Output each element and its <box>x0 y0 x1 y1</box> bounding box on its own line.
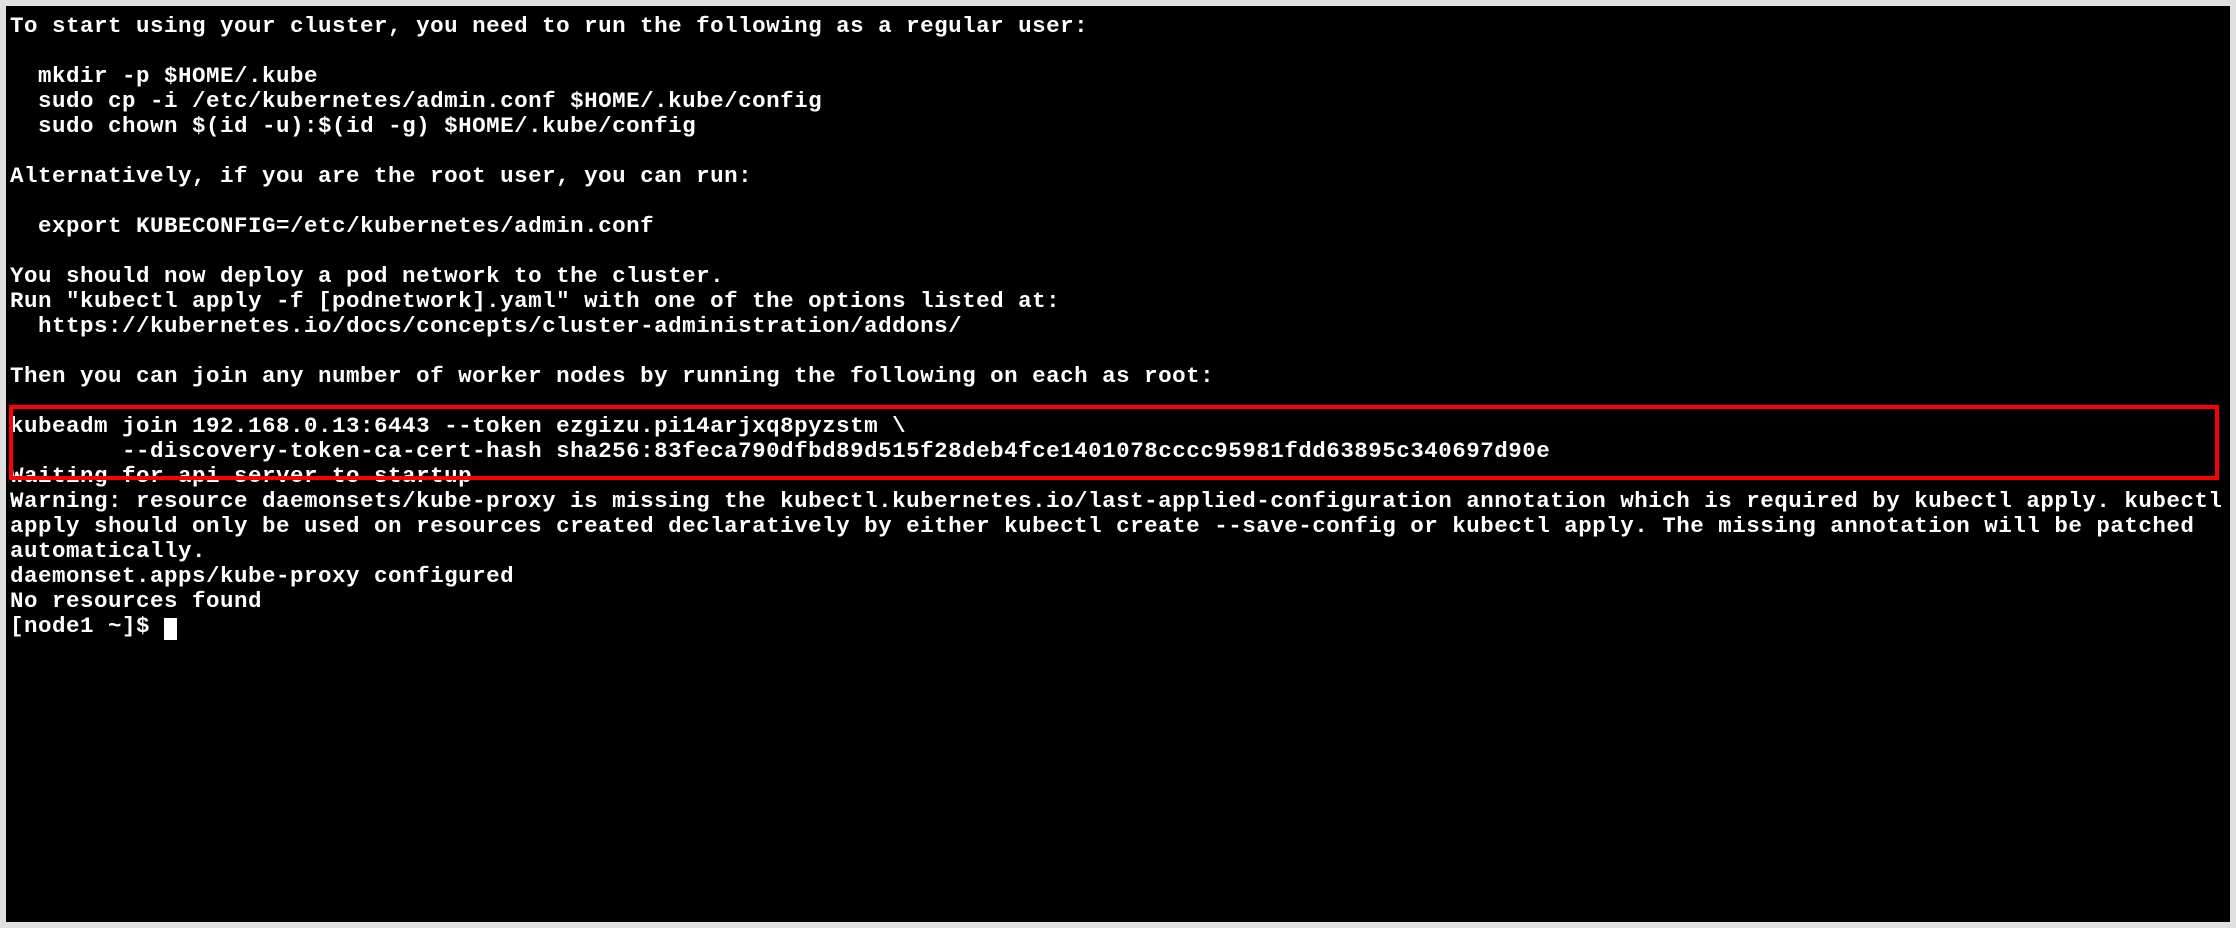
shell-prompt[interactable]: [node1 ~]$ <box>10 613 164 639</box>
output-line: mkdir -p $HOME/.kube <box>10 63 318 89</box>
cursor-icon <box>164 618 177 640</box>
output-line: You should now deploy a pod network to t… <box>10 263 724 289</box>
output-line: Then you can join any number of worker n… <box>10 363 1214 389</box>
output-line: No resources found <box>10 588 262 614</box>
kubeadm-join-line2: --discovery-token-ca-cert-hash sha256:83… <box>10 438 1564 464</box>
output-line: sudo cp -i /etc/kubernetes/admin.conf $H… <box>10 88 822 114</box>
output-line: daemonset.apps/kube-proxy configured <box>10 563 514 589</box>
output-line: Run "kubectl apply -f [podnetwork].yaml"… <box>10 288 1060 314</box>
output-line: Waiting for api server to startup <box>10 463 472 489</box>
output-line: https://kubernetes.io/docs/concepts/clus… <box>10 313 962 339</box>
output-line: export KUBECONFIG=/etc/kubernetes/admin.… <box>10 213 654 239</box>
kubeadm-join-line1: kubeadm join 192.168.0.13:6443 --token e… <box>10 413 906 439</box>
output-line: Alternatively, if you are the root user,… <box>10 163 752 189</box>
output-line: sudo chown $(id -u):$(id -g) $HOME/.kube… <box>10 113 696 139</box>
output-line: To start using your cluster, you need to… <box>10 13 1088 39</box>
output-line: Warning: resource daemonsets/kube-proxy … <box>10 488 2236 564</box>
terminal-window[interactable]: To start using your cluster, you need to… <box>0 0 2236 928</box>
terminal-output: To start using your cluster, you need to… <box>6 6 2230 647</box>
